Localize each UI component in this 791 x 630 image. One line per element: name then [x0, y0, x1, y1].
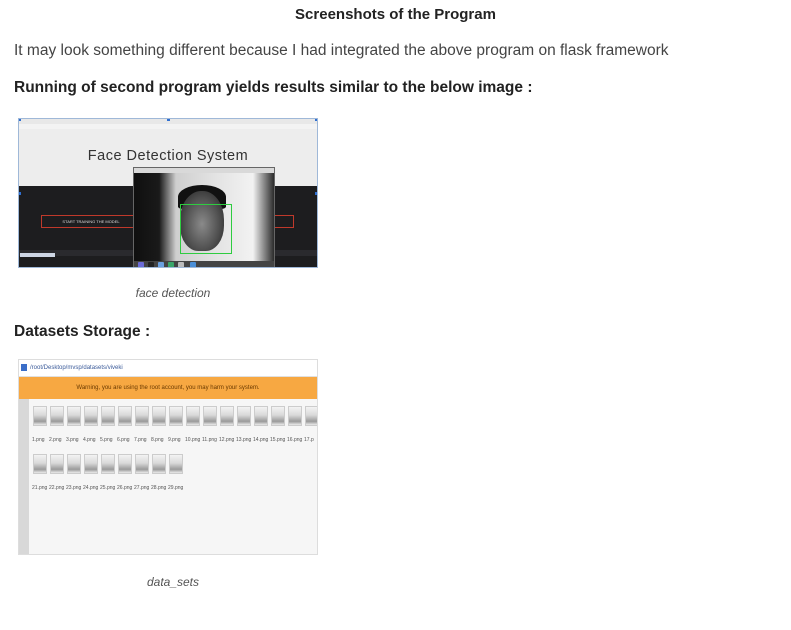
- file-thumbnail[interactable]: [254, 406, 268, 426]
- file-name: 3.png: [66, 437, 79, 443]
- file-name: 11.png: [202, 437, 217, 443]
- folder-path-bar: /root/Desktop/mvsp/datasets/viveki: [19, 360, 317, 377]
- selection-handle: [19, 119, 21, 121]
- file-name: 13.png: [236, 437, 252, 443]
- terminal-icon: [148, 262, 154, 267]
- file-thumbnail[interactable]: [288, 406, 302, 426]
- file-name: 21.png: [32, 485, 48, 491]
- file-thumbnail[interactable]: [271, 406, 285, 426]
- file-name: 4.png: [83, 437, 96, 443]
- file-thumbnail[interactable]: [118, 454, 132, 474]
- dock-app-icon: [138, 262, 144, 267]
- file-name: 16.png: [287, 437, 303, 443]
- file-thumbnail[interactable]: [186, 406, 200, 426]
- file-name: 23.png: [66, 485, 82, 491]
- file-name: 1.png: [32, 437, 45, 443]
- file-name: 24.png: [83, 485, 99, 491]
- folder-icon: [21, 363, 27, 371]
- button-outline-right: [275, 215, 294, 228]
- file-thumbnail[interactable]: [152, 406, 166, 426]
- root-warning-banner: Warning, you are using the root account,…: [19, 377, 317, 399]
- file-name: 27.png: [134, 485, 150, 491]
- file-name: 5.png: [100, 437, 113, 443]
- settings-icon: [190, 262, 196, 267]
- sidebar-strip: [19, 399, 29, 554]
- selection-handle: [19, 192, 21, 195]
- file-thumbnail[interactable]: [135, 406, 149, 426]
- file-name: 17.p: [304, 437, 314, 443]
- file-thumbnail[interactable]: [101, 454, 115, 474]
- face-detection-screenshot: Face Detection System START TRAINING THE…: [18, 118, 318, 268]
- file-name: 25.png: [100, 485, 116, 491]
- section-heading-running: Running of second program yields results…: [14, 79, 533, 96]
- camera-frame: [134, 173, 274, 261]
- file-thumbnail[interactable]: [220, 406, 234, 426]
- file-thumbnail[interactable]: [33, 406, 47, 426]
- camera-window: [133, 167, 275, 267]
- status-chip: [20, 253, 55, 257]
- file-thumbnail[interactable]: [84, 454, 98, 474]
- folder-path: /root/Desktop/mvsp/datasets/viveki: [30, 365, 123, 371]
- file-thumbnail[interactable]: [84, 406, 98, 426]
- file-thumbnail[interactable]: [169, 406, 183, 426]
- file-thumbnail[interactable]: [67, 406, 81, 426]
- file-thumbnail[interactable]: [305, 406, 317, 426]
- file-thumbnail[interactable]: [33, 454, 47, 474]
- section-heading-datasets: Datasets Storage :: [14, 323, 151, 340]
- search-icon: [178, 262, 184, 267]
- face-bounding-box: [180, 204, 232, 254]
- file-thumbnail[interactable]: [152, 454, 166, 474]
- file-thumbnail[interactable]: [50, 406, 64, 426]
- file-name: 9.png: [168, 437, 181, 443]
- selection-handle: [167, 119, 170, 121]
- start-training-button: START TRAINING THE MODEL: [41, 215, 141, 228]
- selection-handle: [315, 192, 317, 195]
- dock-bar: [134, 261, 274, 267]
- file-thumbnail[interactable]: [118, 406, 132, 426]
- app-heading: Face Detection System: [87, 148, 249, 164]
- caption-datasets: data_sets: [146, 575, 200, 589]
- file-name: 12.png: [219, 437, 235, 443]
- file-name: 7.png: [134, 437, 147, 443]
- file-name: 15.png: [270, 437, 286, 443]
- file-name: 29.png: [168, 485, 184, 491]
- file-name: 28.png: [151, 485, 167, 491]
- file-thumbnail[interactable]: [237, 406, 251, 426]
- page-title: Screenshots of the Program: [295, 6, 496, 23]
- file-thumbnail[interactable]: [101, 406, 115, 426]
- file-name: 14.png: [253, 437, 269, 443]
- file-thumbnail[interactable]: [67, 454, 81, 474]
- file-thumbnail[interactable]: [203, 406, 217, 426]
- file-thumbnail[interactable]: [135, 454, 149, 474]
- caption-face-detection: face detection: [135, 286, 211, 300]
- file-name: 26.png: [117, 485, 133, 491]
- file-name: 22.png: [49, 485, 65, 491]
- intro-text: It may look something different because …: [14, 42, 669, 59]
- file-name: 10.png: [185, 437, 201, 443]
- file-name: 6.png: [117, 437, 130, 443]
- file-thumbnail[interactable]: [169, 454, 183, 474]
- browser-icon: [168, 262, 174, 267]
- datasets-screenshot: /root/Desktop/mvsp/datasets/viveki Warni…: [18, 359, 318, 555]
- files-icon: [158, 262, 164, 267]
- file-name: 2.png: [49, 437, 62, 443]
- selection-handle: [315, 119, 317, 121]
- file-thumbnail[interactable]: [50, 454, 64, 474]
- file-name: 8.png: [151, 437, 164, 443]
